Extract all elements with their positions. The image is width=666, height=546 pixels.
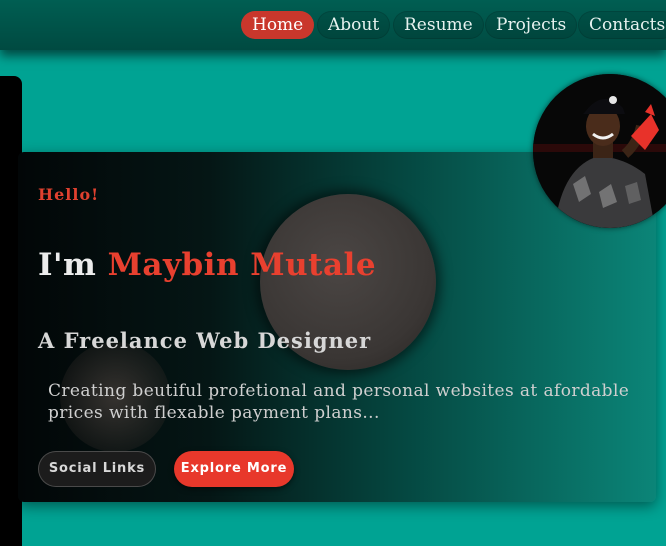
nav-home-link[interactable]: Home	[241, 11, 315, 39]
nav-resume-link[interactable]: Resume	[393, 11, 484, 39]
social-links-button[interactable]: Social Links	[38, 451, 156, 487]
hero-intro-prefix: I'm	[38, 247, 108, 283]
hero-description: Creating beutiful profetional and person…	[48, 381, 630, 423]
nav-about-link[interactable]: About	[317, 11, 391, 39]
nav-projects-link[interactable]: Projects	[485, 11, 578, 39]
nav-contacts-link[interactable]: Contacts	[578, 11, 666, 39]
hero-subtitle: A Freelance Web Designer	[38, 328, 372, 353]
hero-headline: I'm Maybin Mutale	[38, 247, 376, 283]
top-navbar: Home About Resume Projects Contacts	[0, 0, 666, 50]
hero-name: Maybin Mutale	[107, 247, 377, 283]
explore-more-button[interactable]: Explore More	[174, 451, 294, 487]
hero-greeting: Hello!	[38, 185, 100, 204]
